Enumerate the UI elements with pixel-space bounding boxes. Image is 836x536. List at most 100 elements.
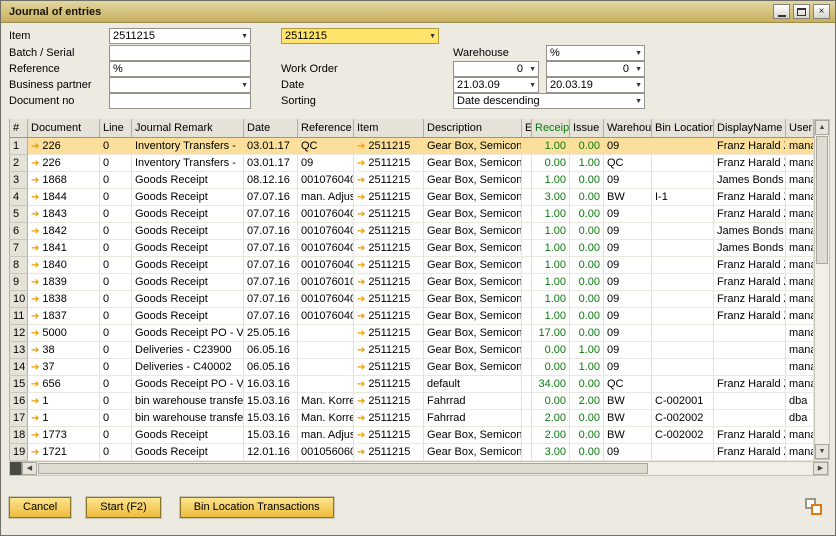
vertical-scroll-thumb[interactable] <box>816 136 828 264</box>
cell-num[interactable]: 3 <box>10 171 28 188</box>
table-row[interactable]: 15➔6560Goods Receipt PO - V1016.03.16➔25… <box>10 375 814 392</box>
cell-num[interactable]: 10 <box>10 290 28 307</box>
link-arrow-icon[interactable]: ➔ <box>357 141 365 152</box>
batch-serial-input[interactable] <box>109 45 251 61</box>
minimize-button[interactable] <box>773 4 790 19</box>
titlebar[interactable]: Journal of entries × <box>1 1 835 23</box>
link-arrow-icon[interactable]: ➔ <box>357 345 365 356</box>
column-header-e[interactable]: E <box>522 119 532 137</box>
link-arrow-icon[interactable]: ➔ <box>31 430 39 441</box>
vertical-scrollbar[interactable]: ▲ ▼ <box>814 119 830 460</box>
link-arrow-icon[interactable]: ➔ <box>357 226 365 237</box>
cell-num[interactable]: 18 <box>10 426 28 443</box>
link-arrow-icon[interactable]: ➔ <box>31 260 39 271</box>
link-arrow-icon[interactable]: ➔ <box>357 311 365 322</box>
cell-num[interactable]: 17 <box>10 409 28 426</box>
item-select[interactable]: 2511215 ▼ <box>109 28 251 44</box>
table-row[interactable]: 3➔18680Goods Receipt08.12.16001076040➔25… <box>10 171 814 188</box>
link-arrow-icon[interactable]: ➔ <box>357 413 365 424</box>
horizontal-scroll-track[interactable] <box>37 462 813 475</box>
sorting-select[interactable]: Date descending ▼ <box>453 93 645 109</box>
table-row[interactable]: 6➔18420Goods Receipt07.07.16001076040➔25… <box>10 222 814 239</box>
link-arrow-icon[interactable]: ➔ <box>31 379 39 390</box>
table-row[interactable]: 9➔18390Goods Receipt07.07.16001076010➔25… <box>10 273 814 290</box>
cell-num[interactable]: 4 <box>10 188 28 205</box>
document-no-input[interactable] <box>109 93 251 109</box>
link-arrow-icon[interactable]: ➔ <box>31 362 39 373</box>
link-arrow-icon[interactable]: ➔ <box>357 379 365 390</box>
link-arrow-icon[interactable]: ➔ <box>31 243 39 254</box>
column-header-description[interactable]: Description <box>424 119 522 137</box>
cell-num[interactable]: 5 <box>10 205 28 222</box>
link-arrow-icon[interactable]: ➔ <box>357 277 365 288</box>
table-row[interactable]: 8➔18400Goods Receipt07.07.16001076040➔25… <box>10 256 814 273</box>
table-row[interactable]: 18➔17730Goods Receipt15.03.16man. Adjus➔… <box>10 426 814 443</box>
link-arrow-icon[interactable]: ➔ <box>357 192 365 203</box>
cancel-button[interactable]: Cancel <box>9 497 71 518</box>
cell-num[interactable]: 11 <box>10 307 28 324</box>
scrollbar-split-box[interactable] <box>10 462 22 475</box>
scroll-up-button[interactable]: ▲ <box>815 120 829 135</box>
link-arrow-icon[interactable]: ➔ <box>31 277 39 288</box>
link-arrow-icon[interactable]: ➔ <box>357 158 365 169</box>
link-arrow-icon[interactable]: ➔ <box>31 294 39 305</box>
cell-num[interactable]: 12 <box>10 324 28 341</box>
table-row[interactable]: 7➔18410Goods Receipt07.07.16001076040➔25… <box>10 239 814 256</box>
link-arrow-icon[interactable]: ➔ <box>31 345 39 356</box>
column-header-warehouse[interactable]: Warehouse <box>604 119 652 137</box>
link-arrow-icon[interactable]: ➔ <box>357 447 365 458</box>
table-row[interactable]: 4➔18440Goods Receipt07.07.16man. Adjus➔2… <box>10 188 814 205</box>
column-header-user[interactable]: User <box>786 119 814 137</box>
cell-num[interactable]: 13 <box>10 341 28 358</box>
item-select-2[interactable]: 2511215 ▼ <box>281 28 439 44</box>
column-header-reference[interactable]: Reference <box>298 119 354 137</box>
close-button[interactable]: × <box>813 4 830 19</box>
link-arrow-icon[interactable]: ➔ <box>357 430 365 441</box>
table-row[interactable]: 14➔370Deliveries - C4000206.05.16➔251121… <box>10 358 814 375</box>
work-order-from-select[interactable]: 0 ▼ <box>453 61 539 77</box>
link-arrow-icon[interactable]: ➔ <box>31 396 39 407</box>
scroll-down-button[interactable]: ▼ <box>815 444 829 459</box>
link-arrow-icon[interactable]: ➔ <box>357 243 365 254</box>
warehouse-select[interactable]: % ▼ <box>546 45 645 61</box>
table-row[interactable]: 17➔10bin warehouse transfer15.03.16Man. … <box>10 409 814 426</box>
horizontal-scrollbar[interactable]: ◀ ▶ <box>9 461 829 476</box>
reference-input[interactable]: % <box>109 61 251 77</box>
horizontal-scroll-thumb[interactable] <box>38 463 648 474</box>
cell-num[interactable]: 1 <box>10 137 28 154</box>
table-row[interactable]: 16➔10bin warehouse transfer15.03.16Man. … <box>10 392 814 409</box>
column-header--[interactable]: # <box>10 119 28 137</box>
date-from-select[interactable]: 21.03.09 ▼ <box>453 77 539 93</box>
cell-num[interactable]: 9 <box>10 273 28 290</box>
link-arrow-icon[interactable]: ➔ <box>31 328 39 339</box>
table-row[interactable]: 2➔2260Inventory Transfers -03.01.1709➔25… <box>10 154 814 171</box>
link-arrow-icon[interactable]: ➔ <box>31 141 39 152</box>
link-arrow-icon[interactable]: ➔ <box>357 396 365 407</box>
cell-num[interactable]: 14 <box>10 358 28 375</box>
link-arrow-icon[interactable]: ➔ <box>357 175 365 186</box>
column-header-item[interactable]: Item <box>354 119 424 137</box>
start-button[interactable]: Start (F2) <box>86 497 160 518</box>
cell-num[interactable]: 6 <box>10 222 28 239</box>
scroll-left-button[interactable]: ◀ <box>22 462 37 475</box>
business-partner-select[interactable]: ▼ <box>109 77 251 93</box>
link-arrow-icon[interactable]: ➔ <box>31 311 39 322</box>
cell-num[interactable]: 16 <box>10 392 28 409</box>
column-header-displayname[interactable]: DisplayName <box>714 119 786 137</box>
table-row[interactable]: 10➔18380Goods Receipt07.07.16001076040➔2… <box>10 290 814 307</box>
column-header-date[interactable]: Date <box>244 119 298 137</box>
link-arrow-icon[interactable]: ➔ <box>357 328 365 339</box>
table-row[interactable]: 5➔18430Goods Receipt07.07.16001076040➔25… <box>10 205 814 222</box>
table-row[interactable]: 1➔2260Inventory Transfers -03.01.17QC➔25… <box>10 137 814 154</box>
link-arrow-icon[interactable]: ➔ <box>31 447 39 458</box>
table-row[interactable]: 19➔17210Goods Receipt12.01.16001056060➔2… <box>10 443 814 460</box>
cell-num[interactable]: 2 <box>10 154 28 171</box>
link-arrow-icon[interactable]: ➔ <box>31 226 39 237</box>
link-arrow-icon[interactable]: ➔ <box>357 260 365 271</box>
link-arrow-icon[interactable]: ➔ <box>31 413 39 424</box>
link-arrow-icon[interactable]: ➔ <box>31 175 39 186</box>
scroll-right-button[interactable]: ▶ <box>813 462 828 475</box>
cell-num[interactable]: 15 <box>10 375 28 392</box>
maximize-button[interactable] <box>793 4 810 19</box>
link-arrow-icon[interactable]: ➔ <box>31 192 39 203</box>
